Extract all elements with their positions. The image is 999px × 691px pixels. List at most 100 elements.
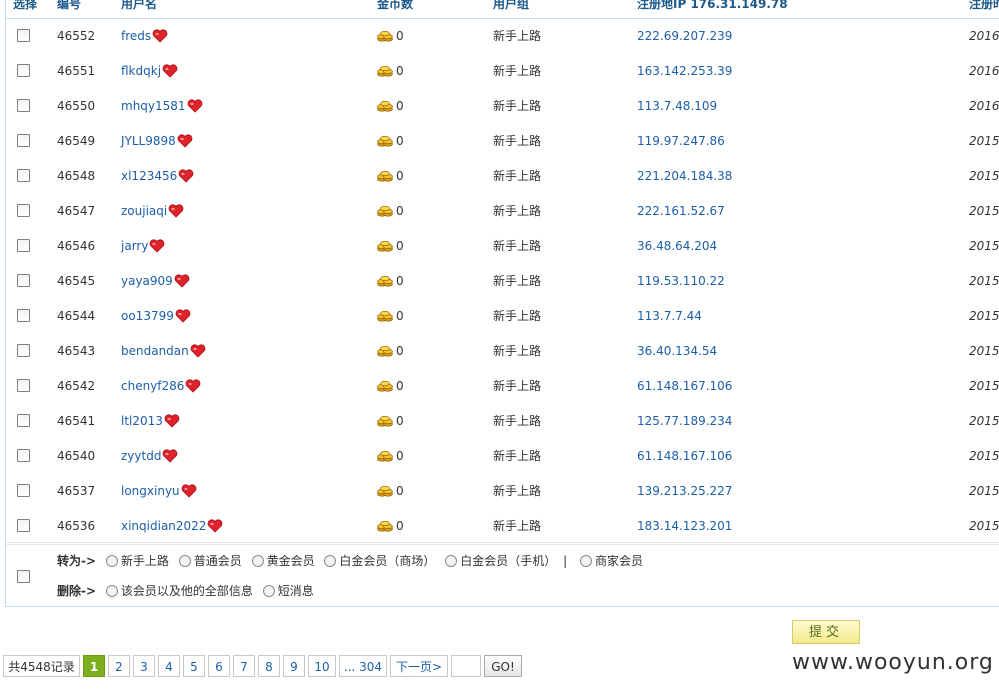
heart-icon: [164, 414, 180, 428]
username-link[interactable]: jarry: [121, 239, 148, 253]
row-checkbox[interactable]: [17, 29, 30, 42]
reg-ip-link[interactable]: 163.142.253.39: [637, 63, 732, 79]
username-link[interactable]: yaya909: [121, 274, 173, 288]
username-link[interactable]: JYLL9898: [121, 134, 176, 148]
move-radio-0[interactable]: [105, 555, 118, 567]
page-link-4[interactable]: 4: [158, 655, 180, 677]
page-link-1[interactable]: 1: [83, 655, 105, 677]
table-row: 46543 bendandan 0 新手上路 36.40.134.54 2015-: [6, 334, 999, 370]
next-page-button[interactable]: 下一页>: [390, 655, 448, 677]
reg-ip-link[interactable]: 36.40.134.54: [637, 343, 717, 359]
delete-label: 删除->: [57, 584, 97, 598]
move-radio-2[interactable]: [251, 555, 264, 567]
row-checkbox[interactable]: [17, 379, 30, 392]
select-all-checkbox[interactable]: [17, 570, 30, 583]
reg-ip-link[interactable]: 61.148.167.106: [637, 448, 732, 464]
page-link-last[interactable]: ... 304: [339, 655, 387, 677]
row-checkbox[interactable]: [17, 134, 30, 147]
member-id: 46540: [57, 449, 96, 463]
page-link-3[interactable]: 3: [133, 655, 155, 677]
reg-ip-link[interactable]: 183.14.123.201: [637, 518, 732, 534]
username-link[interactable]: freds: [121, 29, 151, 43]
table-row: 46540 zyytdd 0 新手上路 61.148.167.106 2015-: [6, 439, 999, 475]
username-link[interactable]: mhqy1581: [121, 99, 186, 113]
row-checkbox[interactable]: [17, 99, 30, 112]
row-checkbox[interactable]: [17, 344, 30, 357]
row-checkbox[interactable]: [17, 414, 30, 427]
move-radio-5[interactable]: [579, 555, 592, 567]
row-checkbox[interactable]: [17, 484, 30, 497]
gold-amount: 0: [396, 519, 404, 533]
delete-radio-0[interactable]: [105, 585, 118, 597]
coins-icon: [377, 135, 393, 147]
username-link[interactable]: longxinyu: [121, 484, 180, 498]
reg-ip-link[interactable]: 222.161.52.67: [637, 203, 725, 219]
table-row: 46546 jarry 0 新手上路 36.48.64.204 2015-: [6, 229, 999, 265]
username-link[interactable]: oo13799: [121, 309, 174, 323]
reg-ip-link[interactable]: 61.148.167.106: [637, 378, 732, 394]
gold-cell: 0: [377, 98, 404, 114]
reg-date: 2015-: [969, 379, 999, 393]
user-group: 新手上路: [493, 99, 542, 113]
gold-cell: 0: [377, 343, 404, 359]
row-checkbox[interactable]: [17, 309, 30, 322]
row-checkbox[interactable]: [17, 519, 30, 532]
page-number-input[interactable]: [451, 655, 481, 677]
reg-date: 2015-: [969, 414, 999, 428]
coins-icon: [377, 520, 393, 532]
reg-ip-link[interactable]: 139.213.25.227: [637, 483, 732, 499]
reg-date: 2015-: [969, 204, 999, 218]
username-link[interactable]: flkdqkj: [121, 64, 161, 78]
member-id: 46551: [57, 64, 96, 78]
row-checkbox[interactable]: [17, 239, 30, 252]
username-link[interactable]: chenyf286: [121, 379, 184, 393]
username-link[interactable]: xinqidian2022: [121, 519, 206, 533]
gold-cell: 0: [377, 133, 404, 149]
username-link[interactable]: xl123456: [121, 169, 177, 183]
page-link-6[interactable]: 6: [208, 655, 230, 677]
reg-ip-link[interactable]: 113.7.7.44: [637, 308, 702, 324]
gold-cell: 0: [377, 518, 404, 534]
reg-date: 2016-: [969, 99, 999, 113]
username-link[interactable]: zyytdd: [121, 449, 161, 463]
page-link-7[interactable]: 7: [233, 655, 255, 677]
page-link-5[interactable]: 5: [183, 655, 205, 677]
row-checkbox[interactable]: [17, 169, 30, 182]
member-id: 46544: [57, 309, 96, 323]
member-id: 46545: [57, 274, 96, 288]
submit-button[interactable]: 提交: [792, 620, 860, 644]
header-reg-date: 注册时: [969, 0, 999, 11]
username-link[interactable]: zoujiaqi: [121, 204, 167, 218]
gold-cell: 0: [377, 308, 404, 324]
row-checkbox[interactable]: [17, 449, 30, 462]
go-button[interactable]: GO!: [484, 655, 522, 677]
coins-icon: [377, 100, 393, 112]
gold-amount: 0: [396, 64, 404, 78]
username-cell: xl123456: [121, 168, 194, 184]
reg-ip-link[interactable]: 119.53.110.22: [637, 273, 725, 289]
reg-ip-link[interactable]: 36.48.64.204: [637, 238, 717, 254]
move-radio-3[interactable]: [324, 555, 337, 567]
reg-ip-link[interactable]: 222.69.207.239: [637, 28, 732, 44]
page-link-2[interactable]: 2: [108, 655, 130, 677]
row-checkbox[interactable]: [17, 204, 30, 217]
reg-ip-link[interactable]: 221.204.184.38: [637, 168, 732, 184]
delete-radio-1[interactable]: [262, 585, 275, 597]
coins-icon: [377, 170, 393, 182]
page-link-8[interactable]: 8: [258, 655, 280, 677]
gold-amount: 0: [396, 344, 404, 358]
row-checkbox[interactable]: [17, 274, 30, 287]
page-link-10[interactable]: 10: [308, 655, 336, 677]
reg-ip-link[interactable]: 119.97.247.86: [637, 133, 725, 149]
coins-icon: [377, 485, 393, 497]
row-checkbox[interactable]: [17, 64, 30, 77]
reg-ip-link[interactable]: 113.7.48.109: [637, 98, 717, 114]
move-radio-1[interactable]: [178, 555, 191, 567]
username-link[interactable]: ltl2013: [121, 414, 163, 428]
reg-ip-link[interactable]: 125.77.189.234: [637, 413, 732, 429]
username-cell: flkdqkj: [121, 63, 178, 79]
username-cell: jarry: [121, 238, 165, 254]
page-link-9[interactable]: 9: [283, 655, 305, 677]
username-link[interactable]: bendandan: [121, 344, 189, 358]
move-radio-4[interactable]: [445, 555, 458, 567]
